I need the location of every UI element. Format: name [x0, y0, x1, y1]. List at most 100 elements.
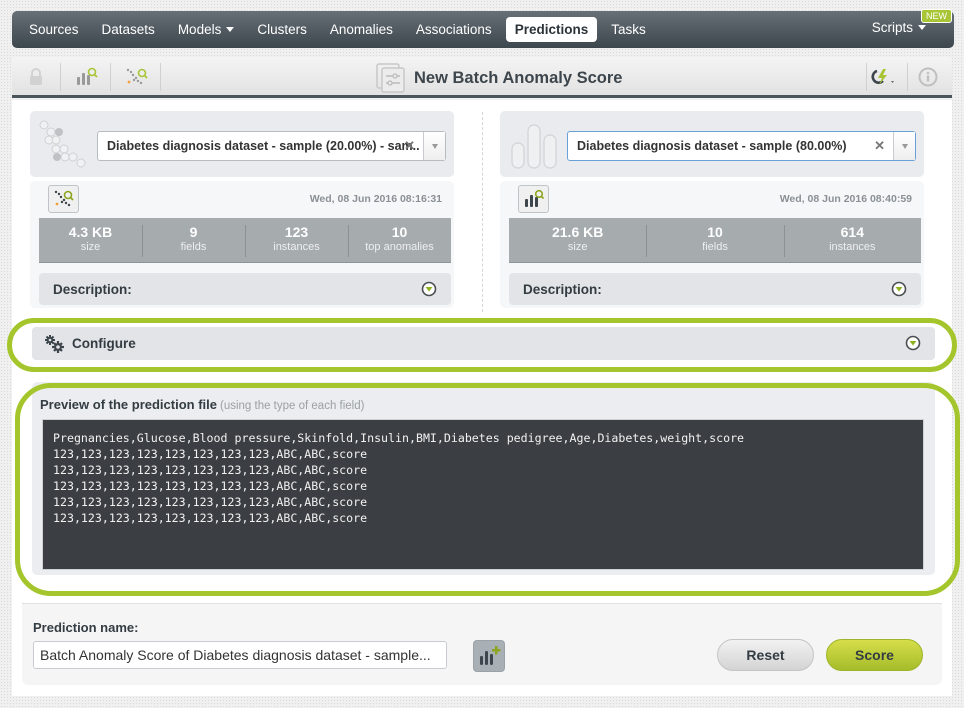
resource-toolbar: New Batch Anomaly Score: [12, 57, 952, 98]
prediction-name-input[interactable]: [33, 641, 447, 669]
nav-predictions-label: Predictions: [514, 22, 589, 37]
nav-clusters[interactable]: Clusters: [248, 17, 316, 42]
expand-toggle-icon[interactable]: [905, 335, 921, 351]
nav-models-label: Models: [177, 22, 222, 37]
nav-associations[interactable]: Associations: [407, 17, 501, 42]
dataset-select[interactable]: Diabetes diagnosis dataset - sample (80.…: [567, 131, 916, 161]
toolbar-separator: [160, 63, 161, 91]
dataset-select-value: Diabetes diagnosis dataset - sample (80.…: [577, 139, 847, 153]
stat-value: 614: [840, 224, 864, 240]
stat-size: 4.3 KB size: [39, 218, 142, 262]
reset-button[interactable]: Reset: [717, 639, 814, 671]
toolbar-separator: [907, 63, 908, 91]
stat-label: fields: [702, 241, 728, 253]
prediction-form-footer: Prediction name: Reset Score: [22, 603, 942, 685]
anomaly-detector-selector-box: Diabetes diagnosis dataset - sample (20.…: [30, 111, 454, 177]
nav-models[interactable]: Models: [169, 17, 244, 42]
toolbar-separator: [110, 63, 111, 91]
page-title: New Batch Anomaly Score: [414, 68, 623, 87]
expand-toggle-icon[interactable]: [891, 281, 907, 297]
nav-datasets-label: Datasets: [101, 22, 155, 37]
dropdown-toggle[interactable]: [423, 132, 445, 160]
stat-label: top anomalies: [365, 241, 434, 253]
nav-sources-label: Sources: [29, 22, 79, 37]
column-divider: [482, 112, 483, 312]
nav-associations-label: Associations: [415, 22, 492, 37]
stat-label: instances: [829, 241, 876, 253]
nav-sources[interactable]: Sources: [20, 17, 88, 42]
dataset-link-button[interactable]: [518, 185, 549, 213]
stat-label: fields: [180, 241, 207, 253]
info-icon[interactable]: [916, 65, 940, 89]
description-label: Description:: [523, 281, 602, 297]
prediction-name-label: Prediction name:: [33, 620, 139, 635]
stat-instances: 123 instances: [245, 218, 348, 262]
preview-code-block: Pregnancies,Glucose,Blood pressure,Skinf…: [42, 419, 924, 570]
created-date: Wed, 08 Jun 2016 08:16:31: [309, 193, 442, 205]
description-toggle[interactable]: Description:: [39, 273, 451, 305]
lock-icon[interactable]: [24, 65, 48, 89]
stat-value: 123: [284, 224, 309, 240]
anomaly-detector-select[interactable]: Diabetes diagnosis dataset - sample (20.…: [97, 131, 446, 161]
clear-icon[interactable]: ✕: [404, 138, 415, 154]
description-toggle[interactable]: Description:: [509, 273, 921, 305]
stat-label: size: [567, 241, 588, 253]
top-navbar: Sources Datasets Models Clusters Anomali…: [12, 9, 954, 48]
toolbar-separator: [866, 63, 867, 91]
stats-bar: 21.6 KB size 10 fields 614 instances: [509, 218, 921, 263]
stats-bar: 4.3 KB size 9 fields 123 instances 10 top an…: [39, 218, 451, 263]
stat-value: 10: [391, 224, 408, 240]
new-badge: NEW: [921, 9, 952, 23]
stat-value: 21.6 KB: [551, 224, 604, 240]
batch-prediction-icon: [376, 63, 405, 93]
configure-panel-toggle[interactable]: Configure: [32, 327, 935, 360]
stat-value: 4.3 KB: [68, 224, 113, 240]
clear-icon[interactable]: ✕: [874, 138, 885, 154]
description-label: Description:: [53, 281, 132, 297]
preview-title: Preview of the prediction file (using the…: [40, 397, 364, 412]
dataset-selector-box: Diabetes diagnosis dataset - sample (80.…: [500, 111, 924, 177]
nav-tasks[interactable]: Tasks: [602, 17, 655, 42]
anomaly-detector-link-button[interactable]: [48, 185, 79, 213]
caret-down-icon: [918, 25, 926, 30]
anomaly-detector-icon: [39, 120, 86, 168]
expand-toggle-icon[interactable]: [421, 281, 437, 297]
nav-scripts-label: Scripts: [871, 20, 913, 35]
chevron-down-icon: [431, 143, 438, 149]
page-title-area: New Batch Anomaly Score: [376, 63, 622, 93]
dataset-search-icon: [524, 189, 544, 207]
nav-tasks-label: Tasks: [611, 22, 646, 37]
chevron-down-icon: [901, 143, 908, 149]
dataset-icon: [511, 124, 557, 169]
preview-line: 123,123,123,123,123,123,123,123,ABC,ABC,…: [53, 495, 368, 509]
nav-anomalies[interactable]: Anomalies: [321, 17, 402, 42]
anomaly-search-icon[interactable]: [125, 65, 149, 89]
created-date: Wed, 08 Jun 2016 08:40:59: [779, 193, 912, 205]
preview-line: 123,123,123,123,123,123,123,123,ABC,ABC,…: [53, 447, 368, 461]
stat-fields: 10 fields: [646, 218, 783, 262]
preview-line: 123,123,123,123,123,123,123,123,ABC,ABC,…: [53, 463, 368, 477]
anomaly-detector-select-value: Diabetes diagnosis dataset - sample (20.…: [107, 139, 420, 153]
score-button[interactable]: Score: [826, 639, 923, 671]
toolbar-separator: [60, 63, 61, 91]
preview-line: 123,123,123,123,123,123,123,123,ABC,ABC,…: [53, 479, 368, 493]
main-panel: Diabetes diagnosis dataset - sample (20.…: [12, 100, 952, 696]
nav-predictions[interactable]: Predictions: [505, 17, 598, 42]
chart-plus-icon: [480, 646, 501, 665]
nav-anomalies-label: Anomalies: [329, 22, 393, 37]
caret-down-icon: [226, 27, 235, 32]
preview-line: Pregnancies,Glucose,Blood pressure,Skinf…: [53, 431, 745, 445]
prediction-preview-panel: Preview of the prediction file (using the…: [32, 382, 935, 575]
add-to-dashboard-button[interactable]: [473, 640, 505, 672]
actions-lightning-icon[interactable]: [868, 65, 900, 89]
stat-instances: 614 instances: [783, 218, 921, 262]
dropdown-toggle[interactable]: [893, 132, 915, 160]
nav-clusters-label: Clusters: [257, 22, 307, 37]
model-search-icon[interactable]: [75, 65, 99, 89]
preview-line: 123,123,123,123,123,123,123,123,ABC,ABC,…: [53, 511, 368, 525]
configure-label: Configure: [72, 336, 136, 351]
nav-datasets[interactable]: Datasets: [93, 17, 164, 42]
gears-icon: [45, 334, 64, 353]
stat-top-anomalies: 10 top anomalies: [348, 218, 451, 262]
preview-subtitle: (using the type of each field): [219, 400, 365, 412]
